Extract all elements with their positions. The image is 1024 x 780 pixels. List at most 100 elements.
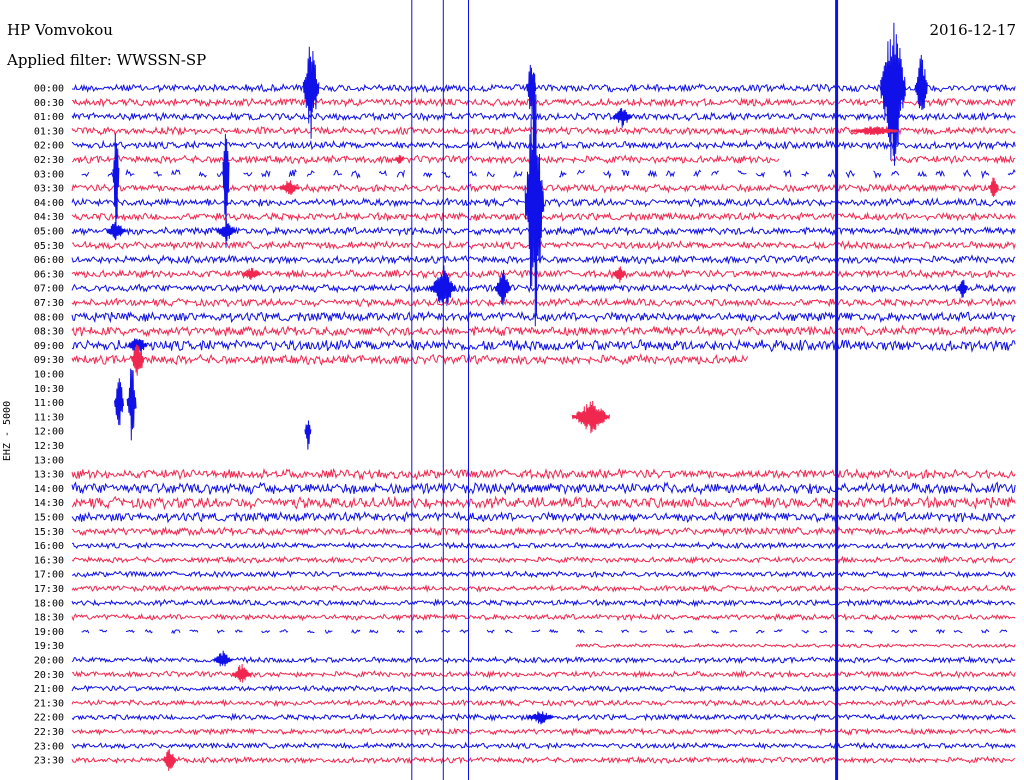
trace-line bbox=[575, 642, 1016, 649]
time-label: 07:30 bbox=[34, 298, 64, 309]
trace-line bbox=[71, 510, 1016, 524]
trace-line bbox=[935, 170, 945, 177]
helicorder-page: HP Vomvokou 2016-12-17 Applied filter: W… bbox=[0, 0, 1024, 780]
time-label: 16:00 bbox=[34, 541, 64, 552]
event-burst bbox=[304, 420, 312, 450]
event-burst bbox=[216, 219, 236, 242]
trace-line bbox=[99, 629, 108, 633]
trace-line bbox=[917, 170, 927, 178]
trace-line bbox=[216, 629, 225, 634]
time-label: 17:00 bbox=[34, 570, 64, 581]
trace-line bbox=[71, 669, 1016, 679]
trace-line bbox=[665, 170, 675, 178]
event-burst bbox=[612, 266, 626, 283]
event-burst bbox=[126, 368, 137, 441]
event-burst bbox=[527, 711, 554, 725]
trace-line bbox=[71, 225, 1016, 237]
trace-line bbox=[71, 111, 1016, 123]
trace-line bbox=[153, 170, 163, 177]
trace-line bbox=[71, 698, 1016, 708]
trace-line bbox=[71, 353, 749, 366]
trace-line bbox=[621, 169, 630, 177]
trace-line bbox=[845, 169, 855, 179]
trace-line bbox=[469, 170, 477, 177]
time-label: 23:30 bbox=[34, 756, 64, 767]
trace-line bbox=[71, 324, 1016, 338]
trace-line bbox=[71, 310, 1016, 324]
time-label: 02:30 bbox=[34, 155, 64, 166]
trace-line bbox=[307, 630, 315, 634]
trace-line bbox=[755, 629, 765, 634]
time-label: 21:30 bbox=[34, 698, 64, 709]
trace-line bbox=[125, 629, 135, 634]
trace-line bbox=[396, 170, 405, 179]
time-label: 19:30 bbox=[34, 641, 64, 652]
trace-line bbox=[71, 525, 1016, 537]
time-label: 06:00 bbox=[34, 255, 64, 266]
trace-line bbox=[513, 170, 523, 178]
trace-line bbox=[783, 169, 792, 178]
time-label: 19:00 bbox=[34, 627, 64, 638]
event-burst bbox=[571, 400, 610, 434]
event-burst bbox=[114, 378, 124, 426]
trace-line bbox=[890, 154, 1016, 165]
trace-line bbox=[576, 629, 585, 634]
trace-line bbox=[603, 170, 612, 179]
trace-line bbox=[693, 169, 702, 178]
trace-line bbox=[279, 629, 289, 633]
time-label: 04:30 bbox=[34, 212, 64, 223]
trace-line bbox=[71, 481, 1016, 496]
trace-line bbox=[459, 629, 469, 634]
trace-line bbox=[71, 82, 1016, 94]
trace-line bbox=[171, 169, 181, 175]
trace-line bbox=[71, 268, 1016, 280]
trace-line bbox=[801, 629, 810, 634]
trace-line bbox=[999, 629, 1008, 633]
time-label: 13:00 bbox=[34, 455, 64, 466]
time-label: 08:00 bbox=[34, 312, 64, 323]
time-label: 15:30 bbox=[34, 527, 64, 538]
event-burst bbox=[162, 749, 176, 771]
trace-line bbox=[549, 628, 559, 633]
time-label: 18:00 bbox=[34, 598, 64, 609]
trace-line bbox=[873, 170, 882, 179]
time-label: 17:30 bbox=[34, 584, 64, 595]
trace-line bbox=[81, 629, 90, 634]
event-burst bbox=[612, 107, 633, 128]
trace-line bbox=[639, 630, 648, 633]
time-label: 07:00 bbox=[34, 284, 64, 295]
trace-line bbox=[801, 170, 809, 177]
time-label: 00:30 bbox=[34, 98, 64, 109]
time-label: 16:30 bbox=[34, 555, 64, 566]
trace-line bbox=[71, 139, 1016, 151]
time-label: 11:00 bbox=[34, 398, 64, 409]
time-label: 09:30 bbox=[34, 355, 64, 366]
trace-line bbox=[144, 629, 153, 634]
trace-line bbox=[261, 169, 271, 178]
time-label: 06:30 bbox=[34, 269, 64, 280]
time-label: 22:30 bbox=[34, 727, 64, 738]
time-label: 20:00 bbox=[34, 656, 64, 667]
time-label: 12:30 bbox=[34, 441, 64, 452]
time-label: 14:30 bbox=[34, 498, 64, 509]
trace-line bbox=[324, 629, 333, 634]
time-label: 08:30 bbox=[34, 327, 64, 338]
trace-line bbox=[378, 169, 387, 176]
trace-line bbox=[369, 629, 379, 634]
trace-line bbox=[1007, 168, 1016, 176]
time-label: 11:30 bbox=[34, 412, 64, 423]
time-label: 20:30 bbox=[34, 670, 64, 681]
time-label: 21:00 bbox=[34, 684, 64, 695]
trace-line bbox=[531, 629, 541, 633]
trace-line bbox=[863, 629, 873, 635]
trace-line bbox=[306, 170, 315, 177]
time-label: 12:00 bbox=[34, 427, 64, 438]
time-label: 03:00 bbox=[34, 169, 64, 180]
trace-line bbox=[909, 629, 918, 634]
trace-line bbox=[71, 741, 1016, 751]
trace-line bbox=[71, 727, 1016, 737]
helicorder-chart: 00:00 00:30 01:00 01:30 02:00 02:30 03:00 03:30… bbox=[34, 0, 1016, 780]
time-label: 05:00 bbox=[34, 227, 64, 238]
event-burst bbox=[394, 154, 404, 164]
trace-line bbox=[891, 629, 900, 633]
